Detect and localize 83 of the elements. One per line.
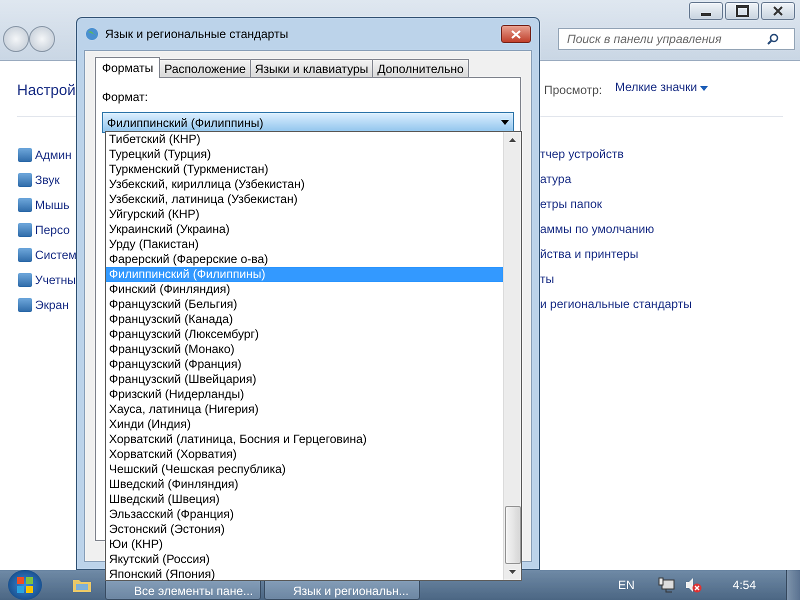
muted-speaker-icon[interactable] [684,577,703,593]
control-panel-link[interactable]: Персо [35,223,70,237]
control-panel-icon [18,173,32,187]
dropdown-option[interactable]: Уйгурский (КНР) [106,207,503,222]
dropdown-option[interactable]: Узбекский, кириллица (Узбекистан) [106,177,503,192]
dropdown-option[interactable]: Шведский (Швеция) [106,492,503,507]
dropdown-option[interactable]: Турецкий (Турция) [106,147,503,162]
control-panel-icon [18,273,32,287]
folder-icon[interactable] [72,577,92,593]
start-button[interactable] [8,570,42,600]
caret-icon [700,86,708,91]
dropdown-option[interactable]: Французский (Швейцария) [106,372,503,387]
control-panel-icon [18,248,32,262]
dropdown-option[interactable]: Туркменский (Туркменистан) [106,162,503,177]
close-icon [773,6,783,16]
view-label: Просмотр: [544,83,602,97]
control-panel-link[interactable]: атура [540,172,692,187]
back-button[interactable] [3,26,29,52]
search-icon [767,33,779,45]
control-panel-link[interactable]: Звук [35,173,60,187]
dropdown-option[interactable]: Чешский (Чешская республика) [106,462,503,477]
dropdown-option[interactable]: Хауса, латиница (Нигерия) [106,402,503,417]
control-panel-link[interactable]: Учетны [35,273,76,287]
dropdown-option[interactable]: Французский (Бельгия) [106,297,503,312]
control-panel-icon [18,148,32,162]
maximize-button[interactable] [725,2,759,20]
dropdown-option[interactable]: Французский (Люксембург) [106,327,503,342]
close-button[interactable] [501,25,531,43]
control-panel-link[interactable]: Мышь [35,198,70,212]
language-indicator[interactable]: EN [618,578,635,592]
control-panel-link[interactable]: Экран [35,298,69,312]
network-icon[interactable] [656,577,675,593]
four-squares-icon [16,576,34,594]
dropdown-option[interactable]: Эстонский (Эстония) [106,522,503,537]
control-panel-link[interactable]: йства и принтеры [540,247,692,262]
tab[interactable]: Дополнительно [372,59,469,77]
tab[interactable]: Языки и клавиатуры [250,59,374,77]
control-panel-link[interactable]: етры папок [540,197,692,212]
search-box[interactable]: Поиск в панели управления [558,28,795,50]
dropdown-option[interactable]: Шведский (Финляндия) [106,477,503,492]
scrollbar-thumb[interactable] [504,506,520,564]
control-panel-link[interactable]: Админ [35,148,72,162]
dropdown-option[interactable]: Хорватский (Хорватия) [106,447,503,462]
dropdown-option[interactable]: Якутский (Россия) [106,552,503,567]
control-panel-link[interactable]: Систем [35,248,77,262]
scroll-up-icon[interactable] [509,138,516,142]
view-dropdown[interactable]: Мелкие значки [615,80,708,94]
dropdown-option[interactable]: Тибетский (КНР) [106,132,503,147]
dropdown-option[interactable]: Финский (Финляндия) [106,282,503,297]
control-panel-icon [18,198,32,212]
caret-icon [501,120,509,125]
clock[interactable]: 4:54 [732,578,756,592]
control-panel-link[interactable]: ты [540,272,692,287]
control-panel-icon [18,298,32,312]
dropdown-option[interactable]: Хинди (Индия) [106,417,503,432]
globe-icon [85,27,99,41]
dialog-title: Язык и региональные стандарты [105,27,290,41]
dropdown-option[interactable]: Узбекский, латиница (Узбекистан) [106,192,503,207]
dropdown-option[interactable]: Юи (КНР) [106,537,503,552]
format-label: Формат: [102,90,149,104]
close-icon [511,30,521,38]
control-panel-icon [18,223,32,237]
control-panel-link[interactable]: аммы по умолчанию [540,222,692,237]
dropdown-option[interactable]: Фризский (Нидерланды) [106,387,503,402]
dropdown-option[interactable]: Французский (Монако) [106,342,503,357]
dropdown-option[interactable]: Хорватский (латиница, Босния и Герцеговина) [106,432,503,447]
forward-button[interactable] [29,26,55,52]
close-button[interactable] [761,2,795,20]
search-field[interactable]: Поиск в панели управления [567,32,767,46]
dropdown-option[interactable]: Французский (Канада) [106,312,503,327]
minimize-button[interactable] [689,2,723,20]
control-panel-link[interactable]: и региональные стандарты [540,297,692,312]
dropdown-option[interactable]: Урду (Пакистан) [106,237,503,252]
show-desktop-button[interactable] [786,570,800,600]
tab[interactable]: Расположение [159,59,251,77]
dropdown-option[interactable]: Фарерский (Фарерские о-ва) [106,252,503,267]
page-heading: Настрой [17,82,76,99]
tab[interactable]: Форматы [95,57,160,78]
format-dropdown[interactable]: Филиппинский (Филиппины) [102,112,514,133]
dropdown-option[interactable]: Французский (Франция) [106,357,503,372]
dropdown-option[interactable]: Эльзасский (Франция) [106,507,503,522]
control-panel-link[interactable]: тчер устройств [540,147,692,162]
dropdown-option[interactable]: Украинский (Украина) [106,222,503,237]
